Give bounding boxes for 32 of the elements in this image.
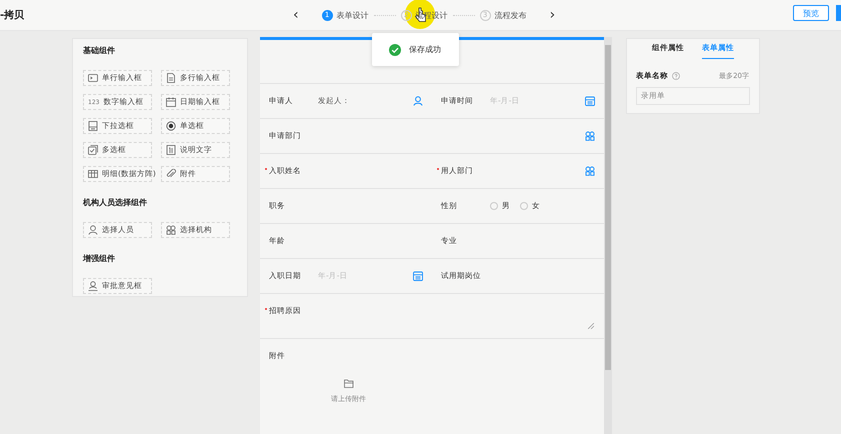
radio-button[interactable]	[490, 202, 498, 210]
person-icon	[88, 225, 98, 235]
section-heading: 机构人员选择组件	[83, 197, 148, 209]
person-icon	[88, 281, 98, 291]
org-icon	[166, 225, 176, 235]
next-button[interactable]: ›	[546, 8, 558, 22]
paperclip-icon	[166, 169, 176, 179]
radio-icon	[166, 121, 176, 131]
radio-button[interactable]	[520, 202, 528, 210]
calendar-icon	[413, 271, 423, 281]
document-icon	[166, 73, 176, 83]
org-icon	[585, 131, 595, 141]
calendar-icon	[166, 97, 176, 107]
save-button[interactable]	[836, 5, 841, 21]
section-heading: 增强组件	[83, 253, 116, 265]
org-icon	[585, 166, 595, 176]
text-icon	[166, 145, 176, 155]
previous-button[interactable]: ‹	[290, 8, 302, 22]
page-title: -拷贝	[0, 8, 24, 22]
section-heading: 基础组件	[83, 45, 116, 57]
dropdown-icon	[88, 121, 98, 131]
scrollbar-thumb[interactable]	[605, 45, 611, 370]
toast-message: 保存成功	[409, 44, 441, 55]
person-icon	[413, 96, 423, 106]
resize-grip-icon	[588, 323, 594, 329]
success-icon	[389, 44, 401, 56]
input-box-icon	[88, 73, 98, 83]
checkbox-icon	[88, 145, 98, 155]
help-icon	[672, 72, 680, 80]
table-icon	[88, 169, 98, 179]
folder-icon	[344, 379, 354, 388]
calendar-icon	[585, 96, 595, 106]
